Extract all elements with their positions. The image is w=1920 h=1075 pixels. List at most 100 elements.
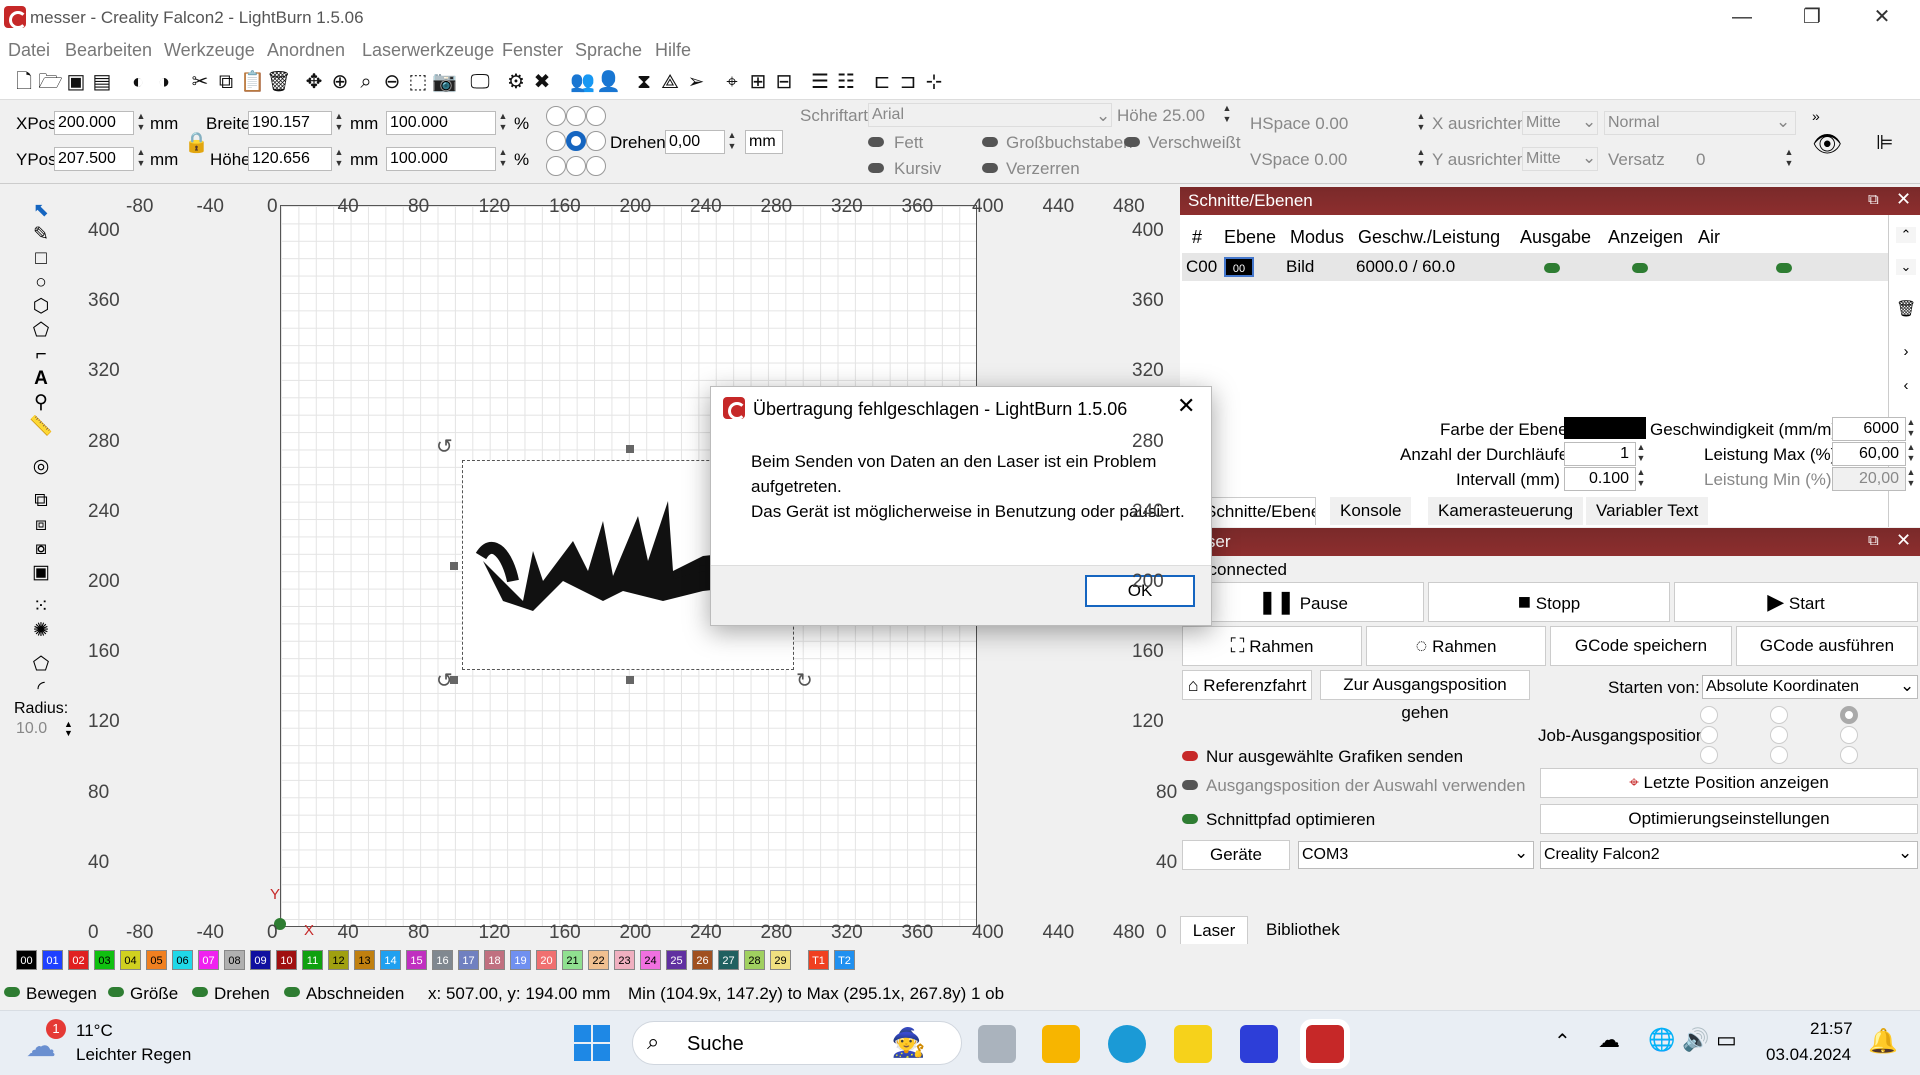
- scale-height-spinner[interactable]: ▲ ▼: [496, 147, 510, 171]
- scale-width-input[interactable]: 100.000: [386, 111, 496, 135]
- onedrive-cloud-icon[interactable]: ☁: [1598, 1027, 1620, 1053]
- palette-swatch[interactable]: 22: [588, 950, 609, 970]
- job-origin-br-radio[interactable]: [1840, 746, 1858, 764]
- more-chevron-icon[interactable]: »: [1812, 108, 1820, 124]
- send-icon[interactable]: ➢: [684, 69, 708, 95]
- hoehe-spinner[interactable]: ▲ ▼: [332, 147, 346, 171]
- scale-handle-left[interactable]: [450, 562, 458, 570]
- edge-browser-icon[interactable]: [1108, 1025, 1146, 1063]
- boolean-union-icon[interactable]: ⧉: [27, 490, 55, 512]
- copy-icon[interactable]: ⧉: [214, 69, 238, 95]
- interval-spinner[interactable]: ▲ ▼: [1634, 467, 1648, 491]
- mirror-v-icon[interactable]: ⟁: [658, 69, 682, 95]
- menu-sprache[interactable]: Sprache: [575, 40, 642, 61]
- use-selection-origin-toggle[interactable]: [1182, 780, 1198, 790]
- stop-button[interactable]: ■ Stopp: [1428, 582, 1670, 622]
- float-laser-panel-icon[interactable]: ⧉: [1868, 532, 1879, 549]
- align-top-icon[interactable]: ☰: [808, 69, 832, 95]
- float-panel-icon[interactable]: ⧉: [1868, 191, 1879, 208]
- ypos-spinner[interactable]: ▲ ▼: [134, 147, 148, 171]
- tab-konsole[interactable]: Konsole: [1330, 497, 1412, 525]
- palette-swatch[interactable]: T2: [834, 950, 855, 970]
- palette-swatch[interactable]: 13: [354, 950, 375, 970]
- tray-chevron-up-icon[interactable]: ⌃: [1554, 1029, 1571, 1054]
- palette-swatch[interactable]: 12: [328, 950, 349, 970]
- tab-variabler-text[interactable]: Variabler Text: [1586, 497, 1709, 525]
- ypos-input[interactable]: 207.500: [54, 147, 134, 171]
- move-icon[interactable]: ✥: [302, 69, 326, 95]
- weather-condition[interactable]: Leichter Regen: [76, 1045, 191, 1065]
- align-icon[interactable]: ⊞: [746, 69, 770, 95]
- palette-swatch[interactable]: 23: [614, 950, 635, 970]
- tab-kamerasteuerung[interactable]: Kamerasteuerung: [1428, 497, 1584, 525]
- air-toggle[interactable]: [1776, 263, 1792, 273]
- minimize-icon[interactable]: —: [1722, 4, 1762, 30]
- boolean-intersect-icon[interactable]: ⧇: [27, 538, 55, 560]
- send-selected-toggle[interactable]: [1182, 751, 1198, 761]
- language-globe-icon[interactable]: 🌐: [1648, 1027, 1675, 1053]
- dock-side-icon[interactable]: ⊐: [896, 69, 920, 95]
- paste-icon[interactable]: 📋: [240, 69, 265, 95]
- show-toggle[interactable]: [1632, 263, 1648, 273]
- drehen-unit-button[interactable]: mm: [745, 130, 783, 154]
- rotate-handle-bottom-right-icon[interactable]: ↻: [796, 668, 813, 693]
- scale-handle-top[interactable]: [626, 445, 634, 453]
- font-select[interactable]: Arial: [868, 103, 1112, 127]
- frame-circle-button[interactable]: ◌ Rahmen: [1366, 626, 1546, 666]
- optimize-path-toggle[interactable]: [1182, 814, 1198, 824]
- delete-icon[interactable]: 🗑: [266, 69, 291, 95]
- zoom-fit-icon[interactable]: ⌕: [354, 69, 378, 95]
- job-origin-tr-radio[interactable]: [1840, 706, 1858, 724]
- job-origin-tc-radio[interactable]: [1770, 706, 1788, 724]
- uppercase-toggle[interactable]: [982, 137, 998, 147]
- taskbar-search[interactable]: ⌕ Suche 🧙: [632, 1021, 962, 1065]
- anchor-center-radio[interactable]: [566, 131, 586, 151]
- grid-array-icon[interactable]: ⁙: [27, 596, 55, 618]
- job-origin-mr-radio[interactable]: [1840, 726, 1858, 744]
- breite-input[interactable]: 190.157: [248, 111, 332, 135]
- rotate-toggle[interactable]: [192, 987, 208, 997]
- job-origin-bl-radio[interactable]: [1700, 746, 1718, 764]
- text-mode-select[interactable]: Normal: [1604, 111, 1796, 135]
- radius-spinner[interactable]: ▲ ▼: [64, 720, 73, 738]
- palette-swatch[interactable]: 05: [146, 950, 167, 970]
- move-up-chevron-icon[interactable]: ⌃: [1896, 227, 1916, 243]
- speed-spinner[interactable]: ▲ ▼: [1904, 417, 1918, 441]
- corner-icon[interactable]: ⬠: [27, 654, 55, 676]
- menu-hilfe[interactable]: Hilfe: [655, 40, 691, 61]
- clock-time[interactable]: 21:57: [1810, 1019, 1853, 1039]
- palette-swatch[interactable]: 02: [68, 950, 89, 970]
- palette-swatch[interactable]: 16: [432, 950, 453, 970]
- palette-swatch[interactable]: 06: [172, 950, 193, 970]
- distort-toggle[interactable]: [982, 163, 998, 173]
- palette-swatch[interactable]: 08: [224, 950, 245, 970]
- palette-swatch[interactable]: 00: [16, 950, 37, 970]
- frame-rect-button[interactable]: ⛶ Rahmen: [1182, 626, 1362, 666]
- devices-button[interactable]: Geräte: [1182, 840, 1290, 870]
- save-gcode-button[interactable]: GCode speichern: [1550, 626, 1732, 666]
- palette-swatch[interactable]: 26: [692, 950, 713, 970]
- round-corner-icon[interactable]: ◜: [27, 678, 55, 700]
- bracket-icon[interactable]: ⌐: [27, 344, 55, 366]
- hoehe-input[interactable]: 120.656: [248, 147, 332, 171]
- close-panel-icon[interactable]: ✕: [1896, 189, 1911, 210]
- palette-swatch[interactable]: 11: [302, 950, 323, 970]
- palette-swatch[interactable]: 07: [198, 950, 219, 970]
- menu-laserwerkzeuge[interactable]: Laserwerkzeuge: [362, 40, 494, 61]
- palette-swatch[interactable]: 17: [458, 950, 479, 970]
- palette-swatch[interactable]: 03: [94, 950, 115, 970]
- dock-icon[interactable]: ⊏: [870, 69, 894, 95]
- palette-swatch[interactable]: 04: [120, 950, 141, 970]
- rectangle-icon[interactable]: □: [27, 248, 55, 270]
- lightburn-taskbar-icon[interactable]: [1300, 1019, 1350, 1069]
- anchor-bc-radio[interactable]: [566, 156, 586, 176]
- zoom-out-icon[interactable]: ⊖: [380, 69, 404, 95]
- palette-swatch[interactable]: 25: [666, 950, 687, 970]
- menu-fenster[interactable]: Fenster: [502, 40, 563, 61]
- measure-ruler-icon[interactable]: 📏: [27, 416, 55, 438]
- offset-icon[interactable]: ◎: [27, 456, 55, 478]
- anchor-mr-radio[interactable]: [586, 131, 606, 151]
- distribute-icon[interactable]: ⊟: [772, 69, 796, 95]
- power-min-spinner[interactable]: ▲ ▼: [1904, 467, 1918, 491]
- drehen-input[interactable]: 0,00: [665, 130, 725, 154]
